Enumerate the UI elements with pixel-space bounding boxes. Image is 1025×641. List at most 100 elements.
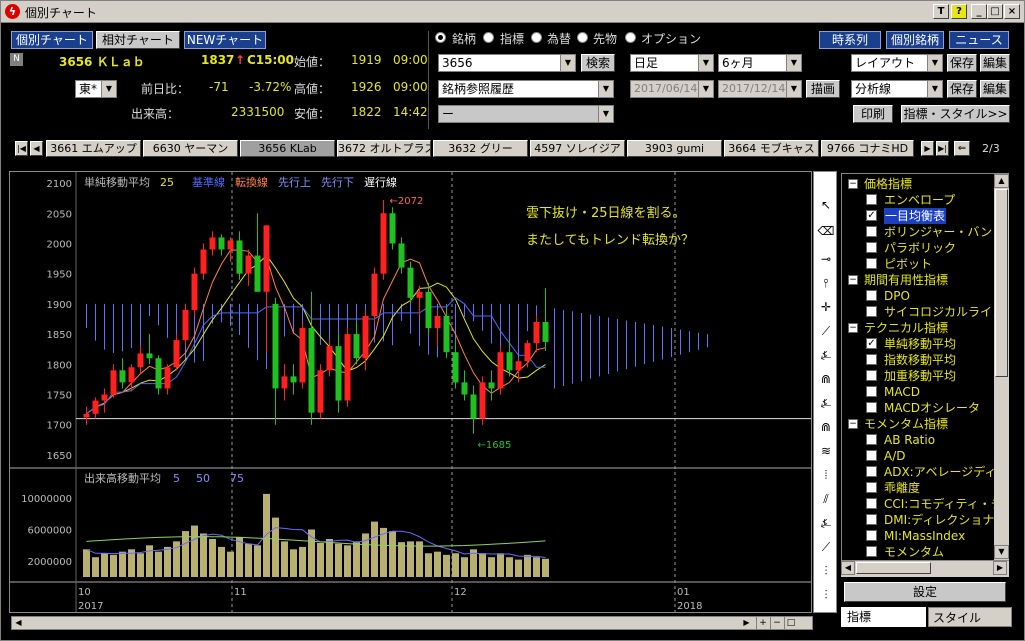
scroll-down-icon[interactable]: ▼ — [994, 545, 1009, 559]
fibonacci-fan-icon[interactable]: ⍼ — [817, 394, 835, 412]
checkbox[interactable] — [866, 530, 877, 541]
collapse-icon[interactable]: − — [848, 275, 858, 285]
stock-tab[interactable]: 3632 グリー — [433, 140, 528, 157]
regression-icon[interactable]: ⟋ — [817, 538, 835, 556]
search-button[interactable]: 検索 — [581, 54, 615, 72]
draw-button[interactable]: 描画 — [806, 80, 840, 98]
scroll-right-icon[interactable]: ▶ — [740, 617, 753, 629]
settings-button[interactable]: 設定 — [844, 582, 1006, 602]
checkbox[interactable]: ✓ — [866, 338, 877, 349]
eraser-icon[interactable]: ⌫ — [817, 222, 835, 240]
layout-save-button[interactable]: 保存 — [947, 54, 977, 72]
scroll-left-icon[interactable]: ◀ — [12, 617, 25, 629]
stock-code-input[interactable]: 3656 ▼ — [438, 54, 576, 72]
range-select[interactable]: 6ヶ月 ▼ — [718, 54, 802, 72]
timeseries-button[interactable]: 時系列 — [819, 31, 881, 49]
back-arrow-icon[interactable]: ⇐ — [954, 141, 970, 156]
stock-tab[interactable]: 3664 モブキャス — [724, 140, 819, 157]
tab-indicators[interactable]: 指標 — [841, 607, 926, 627]
analysis-select[interactable]: 分析線 ▼ — [851, 80, 943, 98]
cycle-icon[interactable]: ⫶ — [817, 562, 835, 580]
zoom-fit-icon[interactable]: □ — [784, 617, 797, 629]
minimize-button[interactable]: _ — [971, 4, 987, 19]
scroll-up-icon[interactable]: ▲ — [994, 174, 1009, 188]
tree-hscrollbar[interactable]: ◀ ▶ — [841, 561, 1009, 577]
tab-individual-chart[interactable]: 個別チャート — [11, 31, 93, 49]
measure-icon[interactable]: ⫶ — [817, 586, 835, 604]
hscroll-thumb[interactable] — [856, 562, 931, 574]
checkbox[interactable] — [866, 226, 877, 237]
extra-select[interactable]: ー ▼ — [438, 105, 614, 123]
checkbox[interactable] — [866, 434, 877, 445]
checkbox[interactable] — [866, 194, 877, 205]
analysis-edit-button[interactable]: 編集 — [980, 80, 1010, 98]
date-from[interactable]: 2017/06/14 ▼ — [630, 80, 714, 98]
checkbox[interactable] — [866, 450, 877, 461]
checkbox[interactable] — [866, 402, 877, 413]
stock-tab[interactable]: 3661 エムアップ — [46, 140, 141, 157]
checkbox[interactable] — [866, 242, 877, 253]
fan-icon[interactable]: ⍼ — [817, 346, 835, 364]
zoom-in-icon[interactable]: + — [756, 617, 769, 629]
checkbox[interactable] — [866, 514, 877, 525]
market-select[interactable]: 東* ▼ — [75, 80, 117, 98]
first-tab-icon[interactable]: |◀ — [15, 141, 28, 156]
chart-svg[interactable]: 2100 2050 2000 1950 1900 1850 1800 1750 1700 1650… — [10, 172, 811, 612]
next-tab-icon[interactable]: ▶ — [921, 141, 934, 156]
collapse-icon[interactable]: − — [848, 419, 858, 429]
layout-select[interactable]: レイアウト ▼ — [851, 54, 943, 72]
stock-tab[interactable]: 9766 コナミHD — [821, 140, 914, 157]
checkbox[interactable] — [866, 482, 877, 493]
tree-scrollbar[interactable]: ▲ ▼ — [994, 174, 1009, 560]
checkbox[interactable] — [866, 370, 877, 381]
date-to[interactable]: 2017/12/14 ▼ — [718, 80, 802, 98]
fibonacci-arc-icon[interactable]: ⋒ — [817, 418, 835, 436]
checkbox[interactable] — [866, 258, 877, 269]
print-button[interactable]: 印刷 — [853, 105, 893, 123]
checkbox[interactable] — [866, 498, 877, 509]
tab-style[interactable]: スタイル — [928, 607, 1012, 627]
radio-stock[interactable] — [435, 32, 446, 43]
stock-tab[interactable]: 3672 オルトプラス — [337, 140, 431, 157]
fibonacci-time-icon[interactable]: ⦙ — [817, 466, 835, 484]
channel-icon[interactable]: ≋ — [817, 442, 835, 460]
trendline-icon[interactable]: ⟋ — [817, 322, 835, 340]
scroll-thumb[interactable] — [995, 189, 1008, 377]
interval-select[interactable]: 日足 ▼ — [630, 54, 714, 72]
checkbox[interactable]: ✓ — [866, 210, 877, 221]
help-button[interactable]: ? — [951, 4, 967, 19]
checkbox[interactable] — [866, 386, 877, 397]
prev-tab-icon[interactable]: ◀ — [30, 141, 43, 156]
tab-new-chart[interactable]: NEWチャート — [184, 31, 266, 49]
individual-stock-button[interactable]: 個別銘柄 — [886, 31, 944, 49]
tab-relative-chart[interactable]: 相対チャート — [96, 31, 180, 49]
stock-tab[interactable]: 4597 ソレイジア — [530, 140, 625, 157]
indicator-style-button[interactable]: 指標・スタイル>> — [901, 105, 1010, 123]
last-tab-icon[interactable]: ▶| — [936, 141, 949, 156]
gann-icon[interactable]: ⍼ — [817, 514, 835, 532]
stock-tab[interactable]: 6630 ヤーマン — [143, 140, 238, 157]
layout-edit-button[interactable]: 編集 — [980, 54, 1010, 72]
scroll-right-icon[interactable]: ▶ — [993, 561, 1007, 575]
vline-icon[interactable]: ⫯ — [817, 274, 835, 292]
hline-icon[interactable]: ⊸ — [817, 250, 835, 268]
parallel-line-icon[interactable]: ⫽ — [817, 490, 835, 508]
radio-index[interactable] — [483, 32, 494, 43]
checkbox[interactable] — [866, 354, 877, 365]
scroll-left-icon[interactable]: ◀ — [841, 561, 855, 575]
stock-tab[interactable]: 3656 KLab — [240, 140, 335, 157]
history-select[interactable]: 銘柄参照履歴 ▼ — [438, 80, 614, 98]
radio-futures[interactable] — [577, 32, 588, 43]
zoom-out-icon[interactable]: − — [770, 617, 783, 629]
radio-options[interactable] — [625, 32, 636, 43]
checkbox[interactable] — [866, 306, 877, 317]
collapse-icon[interactable]: − — [848, 323, 858, 333]
checkbox[interactable] — [866, 466, 877, 477]
radio-forex[interactable] — [531, 32, 542, 43]
collapse-icon[interactable]: − — [848, 179, 858, 189]
checkbox[interactable] — [866, 290, 877, 301]
analysis-save-button[interactable]: 保存 — [947, 80, 977, 98]
news-button[interactable]: ニュース — [949, 31, 1009, 49]
checkbox[interactable] — [866, 546, 877, 557]
pointer-icon[interactable]: ↖ — [817, 196, 835, 214]
